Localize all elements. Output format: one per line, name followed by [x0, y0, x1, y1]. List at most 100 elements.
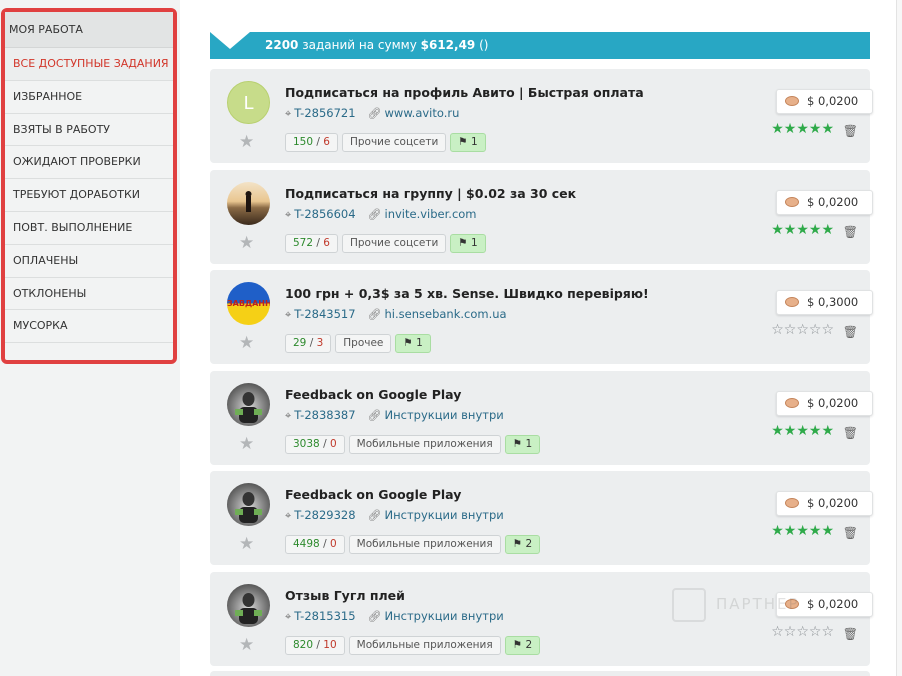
trash-icon[interactable]: 🗑︎: [843, 426, 858, 440]
task-id: T-2815315: [294, 609, 356, 623]
done-count: 572: [293, 237, 314, 249]
favorite-star-icon[interactable]: ★: [239, 335, 254, 352]
favorite-star-icon[interactable]: ★: [239, 134, 254, 151]
sidebar-item-paid[interactable]: ОПЛАЧЕНЫ: [5, 245, 173, 278]
stats-badge: 572 / 6: [285, 234, 338, 253]
task-title[interactable]: Feedback on Google Play: [285, 387, 461, 402]
flag-icon: ⚑: [458, 136, 468, 148]
task-tags: 4498 / 0 Мобильные приложения ⚑ 2: [285, 535, 544, 554]
flag-badge: ⚑ 1: [450, 234, 486, 253]
task-card[interactable]: ★ Подписаться на группу | $0.02 за 30 сек…: [210, 170, 873, 264]
task-title[interactable]: Feedback on Google Play: [285, 487, 461, 502]
sidebar-item-rejected[interactable]: ОТКЛОНЕНЫ: [5, 278, 173, 311]
favorite-star-icon[interactable]: ★: [239, 637, 254, 654]
rating-star-icon: ★: [783, 222, 797, 238]
rating-star-icon: ☆: [796, 322, 809, 338]
category-badge[interactable]: Мобильные приложения: [348, 435, 501, 454]
task-title[interactable]: Подписаться на группу | $0.02 за 30 сек: [285, 186, 576, 201]
link-icon: 🔗︎: [367, 509, 382, 522]
price-badge: $ 0,3000: [776, 290, 873, 315]
category-badge[interactable]: Прочие соцсети: [341, 133, 447, 152]
task-link[interactable]: Инструкции внутри: [385, 508, 504, 522]
task-link[interactable]: Инструкции внутри: [385, 609, 504, 623]
rating-star-icon: ★: [808, 423, 822, 439]
avatar-figure: [235, 392, 262, 423]
task-meta: ⌖ T-2856604 🔗︎ invite.viber.com: [285, 207, 477, 222]
rating-star-icon: ☆: [771, 322, 784, 338]
trash-icon[interactable]: 🗑︎: [843, 325, 858, 339]
sidebar-item-needs-revision[interactable]: ТРЕБУЮТ ДОРАБОТКИ: [5, 179, 173, 212]
sidebar-item-repeat[interactable]: ПОВТ. ВЫПОЛНЕНИЕ: [5, 212, 173, 245]
sidebar: МОЯ РАБОТА ВСЕ ДОСТУПНЫЕ ЗАДАНИЯ ИЗБРАНН…: [1, 8, 177, 364]
task-id: T-2856604: [294, 207, 356, 221]
flag-badge: ⚑ 2: [504, 636, 541, 655]
price-badge: $ 0,0200: [776, 491, 873, 516]
rating-star-icon: ★: [821, 423, 834, 439]
trash-icon[interactable]: 🗑︎: [843, 526, 858, 540]
category-badge[interactable]: Прочее: [335, 334, 392, 353]
price-badge: $ 0,0200: [776, 190, 873, 215]
rating-stars: ☆☆☆☆☆: [771, 625, 834, 639]
rejected-count: 10: [323, 639, 337, 651]
done-count: 820: [293, 639, 314, 651]
flag-badge: ⚑ 2: [504, 535, 541, 554]
flag-icon: ⚑: [403, 337, 413, 349]
banner-suffix: (): [479, 38, 489, 52]
coin-icon: [785, 497, 799, 508]
task-link[interactable]: hi.sensebank.com.ua: [385, 307, 507, 321]
favorite-star-icon[interactable]: ★: [239, 536, 254, 553]
task-tags: 3038 / 0 Мобильные приложения ⚑ 1: [285, 435, 544, 454]
coin-icon: [785, 95, 799, 106]
task-card[interactable]: ★ Feedback on Google Play ⌖ T-2829328 🔗︎ Инст…: [210, 471, 873, 565]
sidebar-item-in-progress[interactable]: ВЗЯТЫ В РАБОТУ: [5, 114, 173, 147]
favorite-star-icon[interactable]: ★: [239, 235, 254, 252]
rating-stars: ★★★★★: [771, 524, 834, 538]
favorite-star-icon[interactable]: ★: [239, 436, 254, 453]
price-value: $ 0,0200: [807, 396, 859, 410]
task-title[interactable]: 100 грн + 0,3$ за 5 хв. Sense. Швидко пе…: [285, 286, 649, 301]
category-badge[interactable]: Мобильные приложения: [348, 636, 501, 655]
trash-icon[interactable]: 🗑︎: [843, 225, 858, 239]
task-meta: ⌖ T-2829328 🔗︎ Инструкции внутри: [285, 508, 504, 523]
task-meta: ⌖ T-2856721 🔗︎ www.avito.ru: [285, 106, 459, 121]
stats-badge: 29 / 3: [285, 334, 332, 353]
task-tags: 150 / 6 Прочие соцсети ⚑ 1: [285, 133, 490, 152]
rating-star-icon: ★: [783, 423, 797, 439]
category-badge[interactable]: Прочие соцсети: [341, 234, 447, 253]
scrollbar[interactable]: [896, 0, 902, 676]
price-badge: $ 0,0200: [776, 89, 873, 114]
flag-count: 1: [525, 438, 533, 450]
category-badge[interactable]: Мобильные приложения: [348, 535, 501, 554]
flag-badge: ⚑ 1: [504, 435, 541, 454]
rating-star-icon: ☆: [808, 322, 822, 338]
price-badge: $ 0,0200: [776, 391, 873, 416]
task-card[interactable]: ЗАВДАННЯ ★ 100 грн + 0,3$ за 5 хв. Sense. …: [210, 270, 873, 364]
trash-icon[interactable]: 🗑︎: [843, 124, 858, 138]
total-amount: $612,49: [420, 38, 476, 52]
task-card[interactable]: L ★ Подписаться на профиль Авито | Быстрая…: [210, 69, 873, 163]
coin-icon: [785, 196, 799, 207]
trash-icon[interactable]: 🗑︎: [843, 627, 858, 641]
price-value: $ 0,3000: [807, 295, 859, 309]
task-link[interactable]: invite.viber.com: [385, 207, 477, 221]
task-card[interactable]: ★ Feedback on Google Play ⌖ T-2838387 🔗︎ Инст…: [210, 371, 873, 465]
sidebar-item-trash[interactable]: МУСОРКА: [5, 310, 173, 344]
stats-badge: 150 / 6: [285, 133, 338, 152]
task-title[interactable]: Подписаться на профиль Авито | Быстрая о…: [285, 85, 644, 100]
rejected-count: 6: [323, 136, 330, 148]
task-title[interactable]: Отзыв Гугл плей: [285, 588, 405, 603]
sidebar-item-all-tasks[interactable]: ВСЕ ДОСТУПНЫЕ ЗАДАНИЯ: [5, 48, 173, 81]
target-icon: ⌖: [285, 107, 292, 120]
task-link[interactable]: Инструкции внутри: [385, 408, 504, 422]
price-value: $ 0,0200: [807, 94, 859, 108]
sidebar-item-favorites[interactable]: ИЗБРАННОЕ: [5, 81, 173, 114]
rating-stars: ★★★★★: [771, 424, 834, 438]
rating-star-icon: ★: [821, 523, 834, 539]
rating-star-icon: ★: [796, 121, 809, 137]
rating-star-icon: ★: [796, 222, 809, 238]
task-link[interactable]: www.avito.ru: [385, 106, 460, 120]
avatar: [227, 483, 270, 526]
rating-star-icon: ☆: [783, 322, 797, 338]
avatar: [227, 584, 270, 627]
sidebar-item-awaiting-review[interactable]: ОЖИДАЮТ ПРОВЕРКИ: [5, 146, 173, 180]
